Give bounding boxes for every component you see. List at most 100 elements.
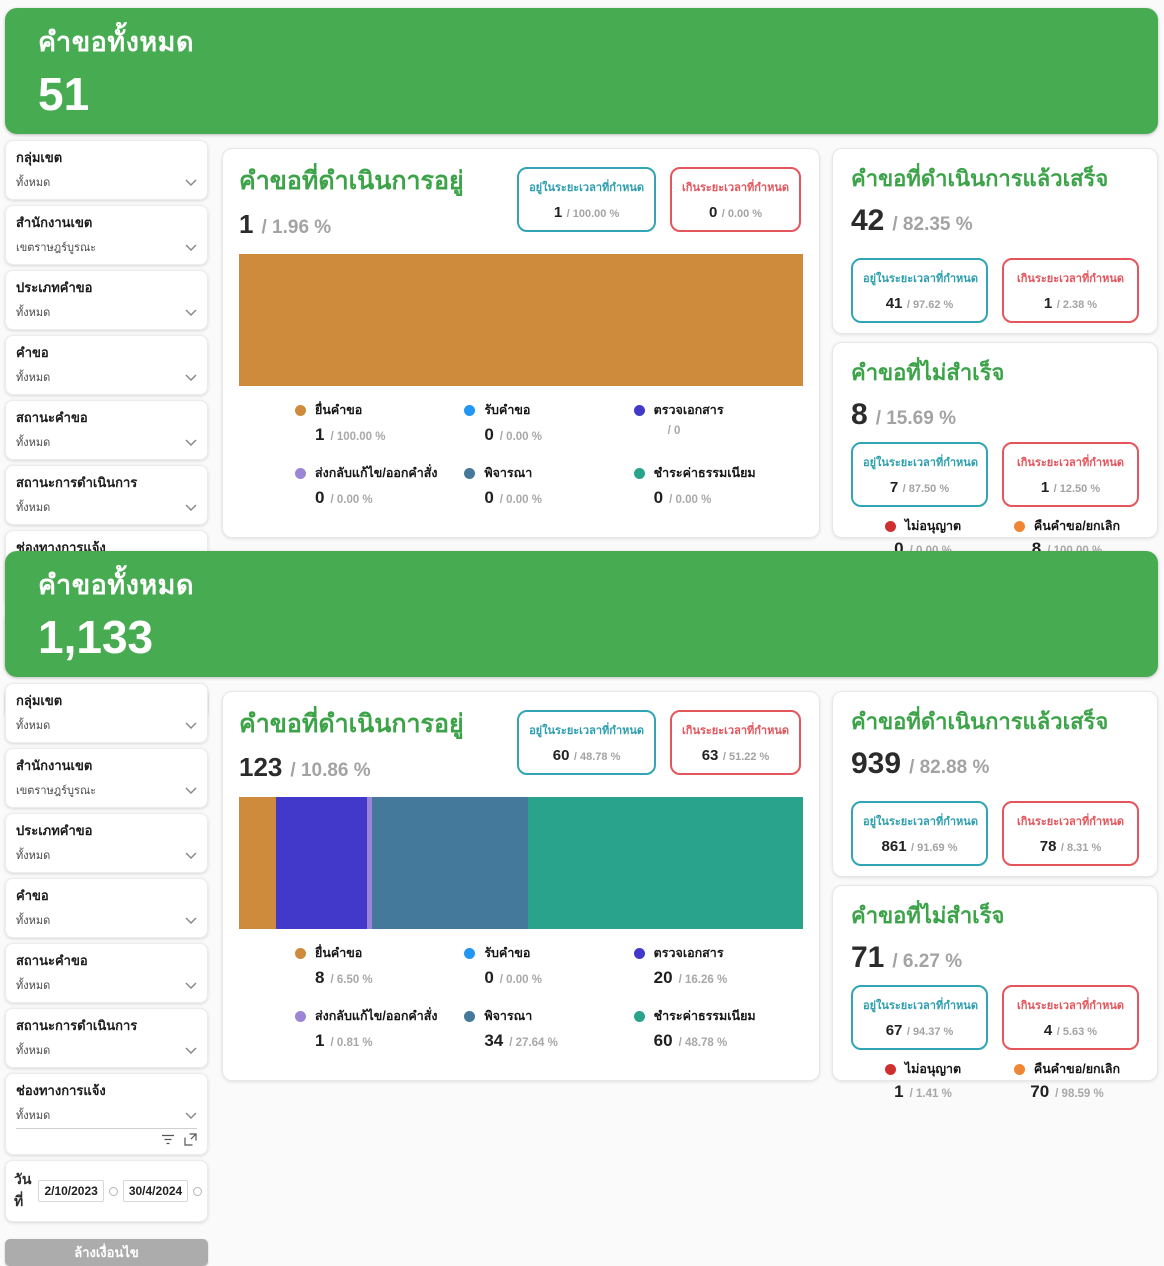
legend-item[interactable]: ไม่อนุญาต 1 / 1.41 % xyxy=(851,1059,995,1102)
card-value: 71 xyxy=(851,941,885,974)
legend-item[interactable]: รับคำขอ 0 / 0.00 % xyxy=(464,943,633,988)
legend-item[interactable]: พิจารณา 0 / 0.00 % xyxy=(464,463,633,508)
filter-dropdown[interactable]: สถานะการดำเนินการ ทั้งหมด xyxy=(5,465,208,525)
clear-filters-button[interactable]: ล้างเงื่อนไข xyxy=(5,1239,208,1266)
filter-dropdown[interactable]: กลุ่มเขต ทั้งหมด xyxy=(5,683,208,743)
filter-dropdown[interactable]: สถานะการดำเนินการ ทั้งหมด xyxy=(5,1008,208,1068)
bar-segment[interactable] xyxy=(275,797,368,929)
filter-label: สำนักงานเขต xyxy=(16,758,93,773)
badge-label: เกินระยะเวลาที่กำหนด xyxy=(1017,457,1124,469)
legend-percent: / 100.00 % xyxy=(330,431,386,443)
card-percent: / 6.27 % xyxy=(892,951,963,972)
legend-label: ยื่นคำขอ xyxy=(315,403,363,417)
legend-percent: / 98.59 % xyxy=(1055,1088,1104,1100)
badge-label: เกินระยะเวลาที่กำหนด xyxy=(1017,273,1124,285)
overdue-badge: เกินระยะเวลาที่กำหนด 78 / 8.31 % xyxy=(1002,801,1139,866)
overdue-badge: เกินระยะเวลาที่กำหนด 4 / 5.63 % xyxy=(1002,985,1139,1050)
filter-dropdown[interactable]: ประเภทคำขอ ทั้งหมด xyxy=(5,270,208,330)
in-progress-summary: คำขอที่ดำเนินการอยู่ 123 / 10.86 % xyxy=(239,704,464,783)
filter-value: เขตราษฎร์บูรณะ xyxy=(16,785,97,797)
badge-label: เกินระยะเวลาที่กำหนด xyxy=(1017,1000,1124,1012)
legend-item[interactable]: ยื่นคำขอ 1 / 100.00 % xyxy=(295,400,464,445)
legend-item[interactable]: พิจารณา 34 / 27.64 % xyxy=(464,1006,633,1051)
badge-label: อยู่ในระยะเวลาที่กำหนด xyxy=(863,273,978,285)
filter-label: ประเภทคำขอ xyxy=(16,823,93,838)
legend-item[interactable]: ชำระค่าธรรมเนียม 60 / 48.78 % xyxy=(633,1006,803,1051)
summary-title: คำขอทั้งหมด xyxy=(38,27,195,57)
card-title: คำขอที่ไม่สำเร็จ xyxy=(851,903,1005,928)
filter-label: คำขอ xyxy=(16,345,49,360)
badge-value: 0 xyxy=(708,204,718,221)
fail-legend: ไม่อนุญาต 1 / 1.41 % คืนคำขอ/ยกเลิก 70 /… xyxy=(851,1059,1139,1102)
date-to-input[interactable]: 30/4/2024 xyxy=(122,1180,189,1202)
in-progress-card: คำขอที่ดำเนินการอยู่ 1 / 1.96 % อยู่ในระ… xyxy=(222,148,820,538)
legend-item[interactable]: ยื่นคำขอ 8 / 6.50 % xyxy=(295,943,464,988)
badge-label: อยู่ในระยะเวลาที่กำหนด xyxy=(863,816,978,828)
filter-value: ทั้งหมด xyxy=(16,437,51,449)
filter-label: สถานะการดำเนินการ xyxy=(16,475,138,490)
bar-segment[interactable] xyxy=(527,797,803,929)
calendar-icon[interactable] xyxy=(193,1186,203,1196)
legend-item[interactable]: ส่งกลับแก้ไข/ออกคำสั่ง 1 / 0.81 % xyxy=(295,1006,464,1051)
filter-dropdown[interactable]: คำขอ ทั้งหมด xyxy=(5,335,208,395)
badge-value: 1 xyxy=(1040,479,1050,496)
date-from-input[interactable]: 2/10/2023 xyxy=(38,1180,104,1202)
bar-segment[interactable] xyxy=(239,797,276,929)
card-value: 42 xyxy=(851,204,885,237)
legend-percent: / 0 xyxy=(667,425,681,437)
badge-percent: / 5.63 % xyxy=(1056,1026,1098,1038)
legend-item[interactable]: ส่งกลับแก้ไข/ออกคำสั่ง 0 / 0.00 % xyxy=(295,463,464,508)
filter-dropdown[interactable]: คำขอ ทั้งหมด xyxy=(5,878,208,938)
legend-percent: / 0.00 % xyxy=(499,974,542,986)
card-value: 939 xyxy=(851,747,902,780)
badge-percent: / 94.37 % xyxy=(906,1026,954,1038)
chevron-down-icon xyxy=(185,721,197,729)
legend-percent: / 48.78 % xyxy=(678,1037,728,1049)
filter-value: ทั้งหมด xyxy=(16,850,51,862)
legend-label: รับคำขอ xyxy=(484,403,531,417)
filter-label: ประเภทคำขอ xyxy=(16,280,93,295)
legend-value: 0 xyxy=(315,488,325,507)
legend-item[interactable]: ชำระค่าธรรมเนียม 0 / 0.00 % xyxy=(633,463,803,508)
expand-icon[interactable] xyxy=(184,1133,197,1146)
chevron-down-icon xyxy=(185,981,197,989)
badge-percent: / 97.62 % xyxy=(906,299,954,311)
summary-total: 51 xyxy=(38,68,90,120)
bar-segment[interactable] xyxy=(239,254,803,386)
badge-value: 78 xyxy=(1039,838,1057,855)
legend-item[interactable]: คืนคำขอ/ยกเลิก 70 / 98.59 % xyxy=(995,1059,1139,1102)
filter-dropdown[interactable]: สำนักงานเขต เขตราษฎร์บูรณะ xyxy=(5,748,208,808)
chevron-down-icon xyxy=(185,308,197,316)
legend-label: ชำระค่าธรรมเนียม xyxy=(653,1009,756,1023)
calendar-icon[interactable] xyxy=(108,1186,118,1196)
chevron-down-icon xyxy=(185,1111,197,1119)
legend-item[interactable]: ตรวจเอกสาร / 0 xyxy=(633,400,803,445)
legend-label: ยื่นคำขอ xyxy=(315,946,363,960)
legend-item[interactable]: ตรวจเอกสาร 20 / 16.26 % xyxy=(633,943,803,988)
legend-item[interactable]: รับคำขอ 0 / 0.00 % xyxy=(464,400,633,445)
overdue-badge: เกินระยะเวลาที่กำหนด 63 / 51.22 % xyxy=(670,710,801,775)
filter-dropdown[interactable]: ประเภทคำขอ ทั้งหมด xyxy=(5,813,208,873)
filter-dropdown[interactable]: สถานะคำขอ ทั้งหมด xyxy=(5,943,208,1003)
overdue-badge: เกินระยะเวลาที่กำหนด 1 / 2.38 % xyxy=(1002,258,1139,323)
card-title: คำขอที่ดำเนินการอยู่ xyxy=(239,710,464,738)
badge-value: 1 xyxy=(1043,295,1053,312)
legend-value: 1 xyxy=(315,425,325,444)
filter-dropdown[interactable]: กลุ่มเขต ทั้งหมด xyxy=(5,140,208,200)
overdue-badge: เกินระยะเวลาที่กำหนด 1 / 12.50 % xyxy=(1002,442,1139,507)
badge-label: อยู่ในระยะเวลาที่กำหนด xyxy=(529,182,645,194)
bar-segment[interactable] xyxy=(371,797,528,929)
filter-dropdown[interactable]: สถานะคำขอ ทั้งหมด xyxy=(5,400,208,460)
channel-filter-dropdown[interactable]: ช่องทางการแจ้ง ทั้งหมด xyxy=(5,1073,208,1155)
on-time-badge: อยู่ในระยะเวลาที่กำหนด 67 / 94.37 % xyxy=(851,985,988,1050)
date-filter: วันที่ 2/10/2023 30/4/2024 xyxy=(5,1160,208,1222)
filter-dropdown[interactable]: สำนักงานเขต เขตราษฎร์บูรณะ xyxy=(5,205,208,265)
legend-label: ตรวจเอกสาร xyxy=(653,403,724,417)
card-percent: / 10.86 % xyxy=(290,760,371,781)
filter-icon[interactable] xyxy=(161,1134,175,1145)
badge-label: อยู่ในระยะเวลาที่กำหนด xyxy=(529,725,645,737)
legend-percent: / 27.64 % xyxy=(509,1037,558,1049)
legend-dot-icon xyxy=(295,404,306,416)
legend-percent: / 6.50 % xyxy=(330,974,373,986)
legend-dot-icon xyxy=(884,520,896,532)
